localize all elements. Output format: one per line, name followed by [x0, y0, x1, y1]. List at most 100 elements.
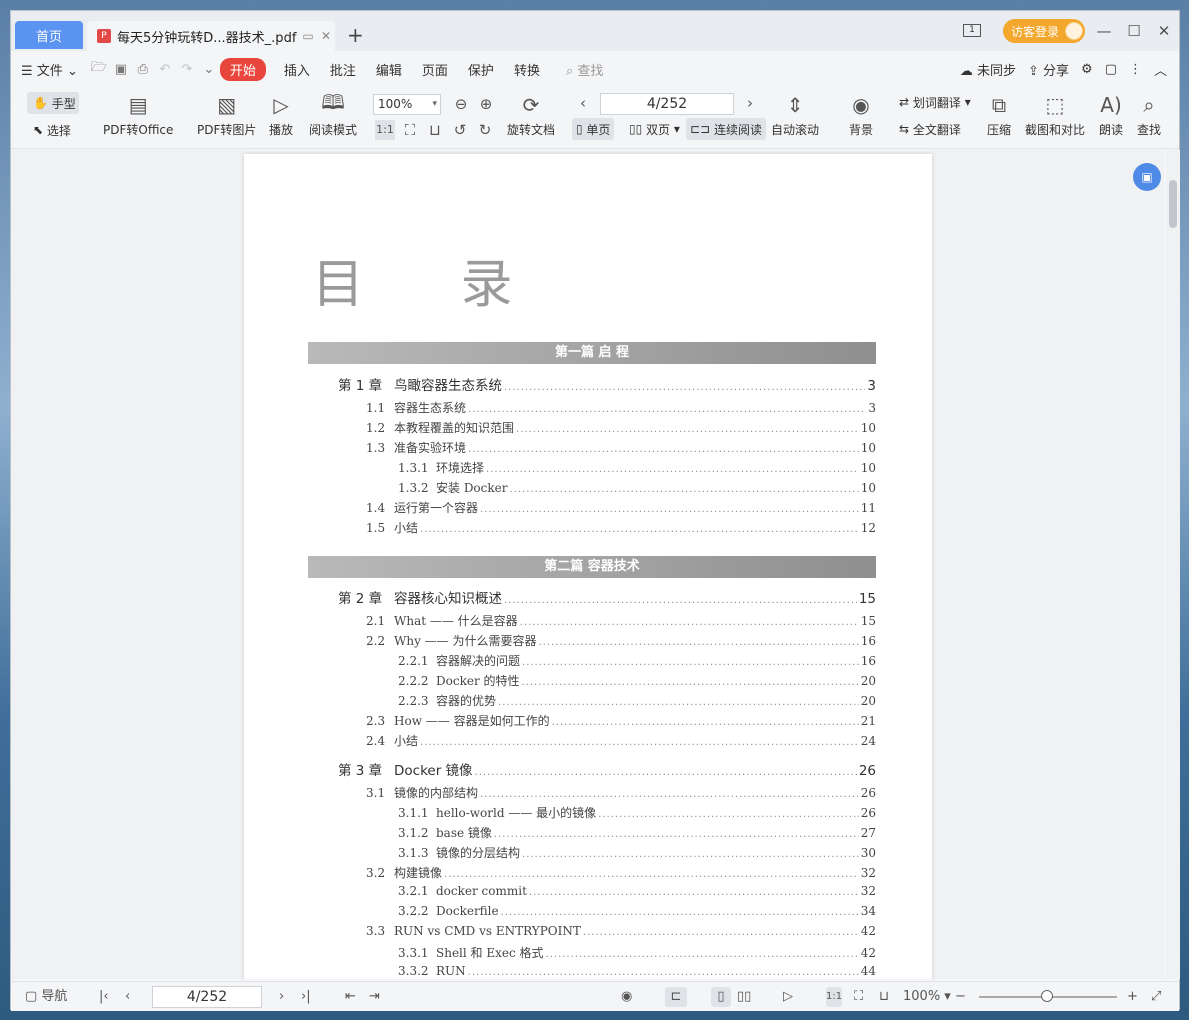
redo-icon[interactable]: ↷	[176, 62, 198, 77]
rotate-right-icon[interactable]: ↻	[475, 120, 495, 140]
zoom-out-icon[interactable]: ⊖	[451, 94, 471, 114]
toc-entry[interactable]: 第 3 章 Docker 镜像 26	[338, 759, 876, 779]
forward-icon[interactable]: ⇥	[369, 987, 380, 1007]
select-tool[interactable]: ⬉ 选择	[27, 119, 79, 141]
toc-entry[interactable]: 3.3.2 RUN 44	[398, 964, 876, 979]
read-aloud-button[interactable]: A) 朗读	[1099, 91, 1123, 138]
toc-entry[interactable]: 2.1 What —— 什么是容器 15	[366, 612, 876, 630]
open-folder-icon[interactable]: 🗁	[88, 58, 110, 80]
prev-page-icon[interactable]: ‹	[125, 987, 130, 1007]
double-page-status-icon[interactable]: ▯▯	[737, 987, 751, 1007]
compress-button[interactable]: ⧉ 压缩	[987, 91, 1011, 138]
find-button[interactable]: ⌕ 查找	[1137, 91, 1161, 138]
last-page-icon[interactable]: ›|	[301, 987, 311, 1007]
toc-entry[interactable]: 1.3.1 环境选择 10	[398, 459, 876, 477]
toc-entry[interactable]: 3.1.1 hello-world —— 最小的镜像 26	[398, 804, 876, 822]
play-button[interactable]: ▷ 播放	[269, 91, 293, 138]
play-status-icon[interactable]: ▷	[783, 987, 793, 1007]
pdf-to-image-button[interactable]: ▧ PDF转图片	[197, 91, 256, 138]
toc-entry[interactable]: 第 1 章鸟瞰容器生态系统 3	[338, 374, 876, 394]
quick-access-dropdown-icon[interactable]: ⌄	[198, 62, 220, 77]
undo-icon[interactable]: ↶	[154, 62, 176, 77]
toc-entry[interactable]: 2.2 Why —— 为什么需要容器 16	[366, 632, 876, 650]
sync-status[interactable]: ☁ 未同步	[960, 60, 1016, 79]
full-translate-button[interactable]: ⇆ 全文翻译	[895, 118, 965, 140]
floating-tool-button[interactable]: ▣	[1133, 163, 1161, 191]
zoom-in-icon[interactable]: ⊕	[476, 94, 496, 114]
toc-entry[interactable]: 1.1 容器生态系统 3	[366, 399, 876, 417]
zoom-in-status-icon[interactable]: +	[1127, 987, 1138, 1007]
toc-entry[interactable]: 2.2.3 容器的优势 20	[398, 692, 876, 710]
rotate-document-button[interactable]: ⟳ 旋转文档	[507, 91, 555, 138]
zoom-slider[interactable]	[979, 990, 1117, 1002]
new-tab-button[interactable]: +	[347, 25, 364, 45]
rotate-left-icon[interactable]: ↺	[450, 120, 470, 140]
status-zoom-select[interactable]: 100% ▾	[903, 987, 951, 1007]
document-viewport[interactable]: 目 录 第一篇 启 程 第二篇 容器技术 第 1 章鸟瞰容器生态系统 3 1.1 容器…	[11, 150, 1164, 979]
toc-entry[interactable]: 3.3.1 Shell 和 Exec 格式 42	[398, 944, 876, 962]
menu-annotate[interactable]: 批注	[320, 60, 366, 79]
close-tab-icon[interactable]: ✕	[317, 29, 335, 43]
menu-edit[interactable]: 编辑	[366, 60, 412, 79]
print-icon[interactable]: ⎙	[132, 62, 154, 77]
save-icon[interactable]: ▣	[110, 62, 132, 77]
vertical-scrollbar[interactable]	[1166, 150, 1180, 979]
continuous-read-mode[interactable]: ⊏⊐ 连续阅读	[686, 118, 766, 140]
zoom-out-status-icon[interactable]: −	[955, 987, 966, 1007]
collapse-ribbon-icon[interactable]: ︿	[1154, 60, 1167, 79]
toc-entry[interactable]: 1.2 本教程覆盖的知识范围 10	[366, 419, 876, 437]
double-page-mode[interactable]: ▯▯ 双页 ▾	[625, 118, 684, 140]
menu-page[interactable]: 页面	[412, 60, 458, 79]
toc-entry[interactable]: 3.1.3 镜像的分层结构 30	[398, 844, 876, 862]
pdf-to-office-button[interactable]: ▤ PDF转Office	[103, 91, 173, 138]
eye-protect-icon[interactable]: ◉	[621, 987, 632, 1007]
toc-entry[interactable]: 2.3 How —— 容器是如何工作的 21	[366, 712, 876, 730]
home-tab[interactable]: 首页	[15, 21, 83, 49]
menu-start[interactable]: 开始	[219, 57, 266, 81]
background-button[interactable]: ◉ 背景	[849, 91, 873, 138]
toc-entry[interactable]: 3.1 镜像的内部结构 26	[366, 784, 876, 802]
status-page-input[interactable]: 4/252	[152, 986, 262, 1008]
hand-tool[interactable]: ✋ 手型	[27, 92, 79, 114]
menu-convert[interactable]: 转换	[504, 60, 550, 79]
fit-width-status-icon[interactable]: ⊔	[879, 987, 889, 1007]
fit-page-icon[interactable]: ⛶	[400, 120, 420, 140]
read-mode-button[interactable]: 🕮 阅读模式	[309, 90, 357, 138]
first-page-icon[interactable]: |‹	[99, 987, 109, 1007]
settings-icon[interactable]: ⚙	[1081, 62, 1093, 77]
toc-entry[interactable]: 1.3.2 安装 Docker 10	[398, 479, 876, 497]
menu-insert[interactable]: 插入	[274, 60, 320, 79]
fit-page-status-icon[interactable]: ⛶	[854, 987, 863, 1007]
fullscreen-icon[interactable]: ⤢	[1151, 987, 1161, 1007]
more-icon[interactable]: ⋮	[1129, 62, 1142, 77]
single-page-status-icon[interactable]: ▯	[711, 987, 731, 1007]
auto-scroll-button[interactable]: ⇕ 自动滚动	[771, 91, 819, 138]
toc-entry[interactable]: 3.2.2 Dockerfile 34	[398, 904, 876, 922]
toc-entry[interactable]: 3.3 RUN vs CMD vs ENTRYPOINT 42	[366, 924, 876, 942]
maximize-icon[interactable]: ☐	[1119, 22, 1149, 40]
document-tab[interactable]: P 每天5分钟玩转D...器技术_.pdf ▭ ✕	[87, 21, 335, 51]
continuous-status-icon[interactable]: ⊏	[665, 987, 687, 1007]
toc-entry[interactable]: 3.1.2 base 镜像 27	[398, 824, 876, 842]
next-page-status-icon[interactable]: ›	[279, 987, 284, 1007]
single-page-mode[interactable]: ▯ 单页	[572, 118, 615, 140]
toc-entry[interactable]: 1.5 小结 12	[366, 519, 876, 537]
guest-login-button[interactable]: 访客登录	[1003, 19, 1085, 43]
toc-entry[interactable]: 1.4 运行第一个容器 11	[366, 499, 876, 517]
toc-entry[interactable]: 3.2.1 docker commit 32	[398, 884, 876, 902]
word-translate-button[interactable]: ⇄ 划词翻译 ▾	[895, 91, 975, 113]
actual-size-icon[interactable]: 1:1	[375, 120, 395, 140]
toc-entry[interactable]: 2.2.1 容器解决的问题 16	[398, 652, 876, 670]
zoom-slider-knob[interactable]	[1041, 990, 1053, 1002]
fit-width-icon[interactable]: ⊔	[425, 120, 445, 140]
close-window-icon[interactable]: ✕	[1149, 22, 1179, 40]
back-icon[interactable]: ⇤	[345, 987, 356, 1007]
window-layout-icon[interactable]: 1	[963, 24, 981, 37]
toc-entry[interactable]: 第 2 章容器核心知识概述 15	[338, 587, 876, 607]
toc-entry[interactable]: 2.2.2 Docker 的特性 20	[398, 672, 876, 690]
comment-icon[interactable]: ▢	[1105, 62, 1117, 77]
share-button[interactable]: ⇪ 分享	[1028, 60, 1069, 79]
scrollbar-thumb[interactable]	[1169, 180, 1177, 228]
monitor-icon[interactable]: ▭	[299, 29, 317, 43]
page-number-input[interactable]: 4/252	[600, 93, 734, 115]
